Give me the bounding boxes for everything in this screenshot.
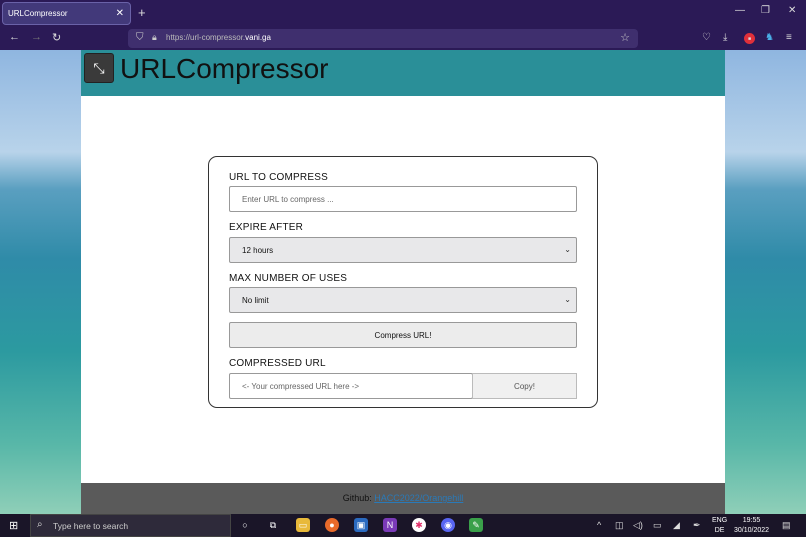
compress-arrows-icon: ⤡ (84, 53, 114, 83)
compress-form: URL TO COMPRESS Enter URL to compress ..… (208, 156, 598, 408)
editor-icon[interactable]: ✎ (469, 518, 483, 532)
cortana-icon[interactable]: ○ (238, 518, 252, 532)
tray-chevron-icon[interactable]: ^ (597, 520, 601, 530)
tab-close-icon[interactable]: ✕ (116, 8, 124, 19)
clock-date: 30/10/2022 (734, 527, 770, 534)
file-explorer-icon[interactable]: ▭ (296, 518, 310, 532)
expire-label: EXPIRE AFTER (229, 222, 304, 233)
taskbar: ⊞ ⌕ Type here to search ○ ⧉ ▭ ● ▣ N ✱ ◉ … (0, 514, 806, 537)
page-viewport: ⤡ URLCompressor URL TO COMPRESS Enter UR… (0, 50, 806, 514)
site-header: ⤡ URLCompressor (81, 50, 725, 96)
page-container: ⤡ URLCompressor URL TO COMPRESS Enter UR… (81, 50, 725, 514)
url-label: URL TO COMPRESS (229, 172, 328, 183)
restore-icon[interactable]: ❐ (761, 5, 770, 16)
tab-title: URLCompressor (8, 9, 68, 18)
taskbar-search[interactable]: ⌕ Type here to search (30, 514, 231, 537)
footer-prefix: Github: (342, 493, 375, 503)
taskbar-clock[interactable]: 19:55 30/10/2022 (734, 516, 769, 536)
compressed-label: COMPRESSED URL (229, 358, 326, 369)
shield-icon[interactable]: ⛉ (136, 32, 144, 43)
discord-icon[interactable]: ◉ (441, 518, 455, 532)
onenote-icon[interactable]: N (383, 518, 397, 532)
pen-icon[interactable]: ✒ (693, 520, 701, 531)
uses-label: MAX NUMBER OF USES (229, 273, 348, 284)
extension-icon[interactable]: ♞ (765, 32, 774, 43)
forward-icon[interactable]: → (31, 31, 42, 43)
lang-top: ENG (712, 517, 728, 524)
url-text: https://url-compressor.vani.ga (166, 33, 271, 42)
url-input-placeholder: Enter URL to compress ... (242, 194, 334, 204)
chevron-down-icon: ⌄ (564, 245, 571, 254)
bookmark-star-icon[interactable]: ☆ (620, 31, 630, 44)
wifi-icon[interactable]: ◢ (673, 520, 680, 531)
volume-icon[interactable]: ◁) (633, 520, 643, 531)
windows-start-icon[interactable]: ⊞ (9, 519, 18, 532)
close-window-icon[interactable]: ✕ (788, 5, 796, 16)
language-indicator[interactable]: ENG DE (712, 516, 727, 536)
taskbar-search-placeholder: Type here to search (53, 521, 129, 531)
slack-icon[interactable]: ✱ (412, 518, 426, 532)
tray-meet-icon[interactable]: ◫ (615, 520, 624, 531)
copy-button[interactable]: Copy! (472, 373, 577, 399)
reload-icon[interactable]: ↻ (52, 31, 61, 44)
minimize-icon[interactable]: — (735, 5, 745, 16)
ide-icon[interactable]: ▣ (354, 518, 368, 532)
lang-bottom: DE (714, 527, 725, 534)
address-bar[interactable]: ⛉ 🔒︎ https://url-compressor.vani.ga ☆ (128, 29, 638, 48)
browser-tab[interactable]: URLCompressor ✕ (2, 2, 131, 25)
site-title: URLCompressor (120, 53, 329, 84)
adblock-icon[interactable]: ■ (744, 33, 755, 44)
search-icon: ⌕ (37, 519, 43, 530)
uses-select[interactable]: No limit ⌄ (229, 287, 577, 313)
back-icon[interactable]: ← (9, 31, 20, 43)
compressed-url-output[interactable]: <- Your compressed URL here -> (229, 373, 473, 399)
browser-tab-bar: URLCompressor ✕ + — ❐ ✕ (0, 0, 806, 27)
new-tab-icon[interactable]: + (138, 5, 146, 20)
site-footer: Github: HACC2022/Orangehill (81, 483, 725, 514)
chevron-down-icon: ⌄ (564, 295, 571, 304)
expire-select[interactable]: 12 hours ⌄ (229, 237, 577, 263)
firefox-icon[interactable]: ● (325, 518, 339, 532)
compress-button[interactable]: Compress URL! (229, 322, 577, 348)
menu-icon[interactable]: ≡ (786, 32, 792, 43)
url-input[interactable]: Enter URL to compress ... (229, 186, 577, 212)
github-link[interactable]: HACC2022/Orangehill (374, 493, 463, 503)
browser-nav-bar: ← → ↻ ⛉ 🔒︎ https://url-compressor.vani.g… (0, 27, 806, 50)
lock-icon[interactable]: 🔒︎ (152, 32, 157, 43)
clock-time: 19:55 (742, 517, 761, 524)
notifications-icon[interactable]: ▤ (782, 520, 791, 531)
uses-selected-value: No limit (242, 295, 269, 305)
download-icon[interactable]: ⤓ (723, 32, 727, 43)
pocket-icon[interactable]: ♡ (702, 32, 711, 43)
battery-icon[interactable]: ▭ (653, 520, 662, 531)
compressed-url-placeholder: <- Your compressed URL here -> (242, 381, 360, 391)
task-view-icon[interactable]: ⧉ (266, 518, 280, 532)
expire-selected-value: 12 hours (242, 245, 274, 255)
